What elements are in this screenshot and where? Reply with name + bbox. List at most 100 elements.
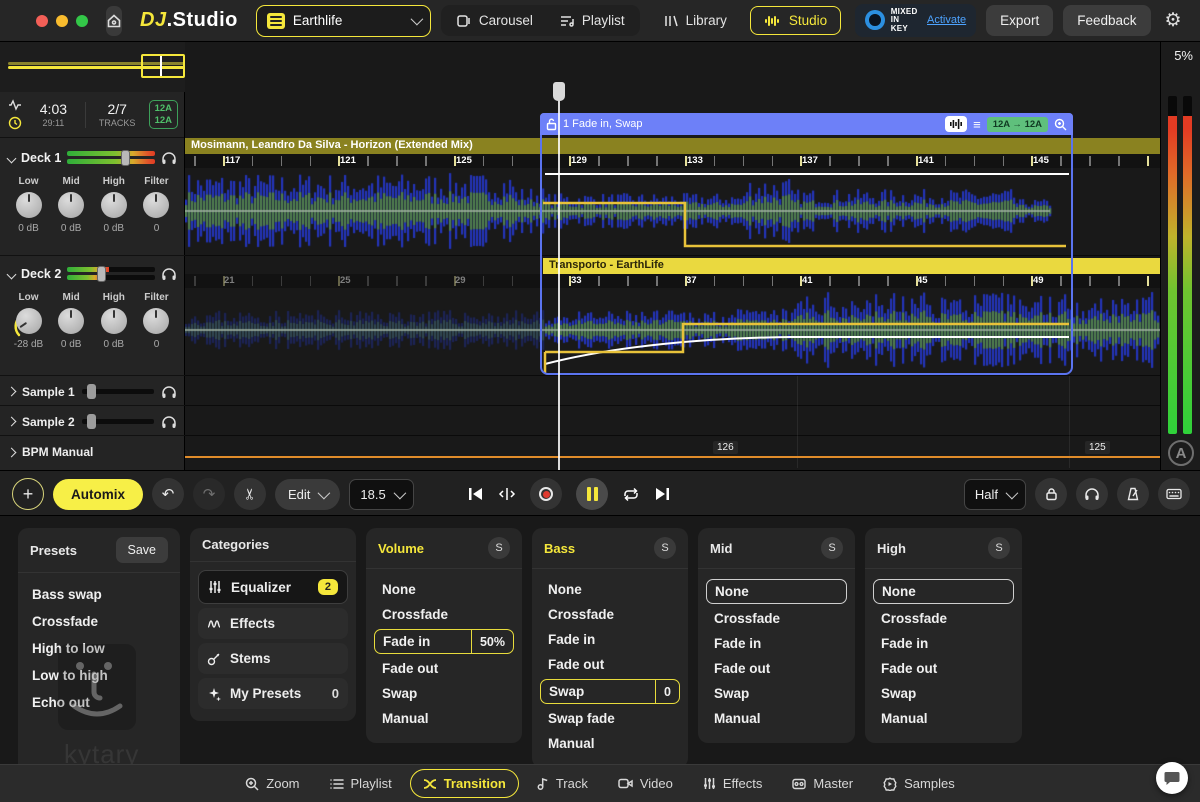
split-at-playhead-button[interactable] <box>498 487 516 501</box>
option-value[interactable]: 0 <box>655 680 679 703</box>
nav-playlist[interactable]: Playlist <box>546 7 638 34</box>
window-controls[interactable] <box>36 14 88 27</box>
preset-item[interactable]: High to low <box>18 635 180 662</box>
minimap-viewport[interactable] <box>141 54 185 78</box>
tab-effects[interactable]: Effects <box>691 770 775 797</box>
sample1-fader[interactable] <box>81 384 154 399</box>
mid-option-fade-in[interactable]: Fade in <box>706 631 847 656</box>
fader-handle[interactable] <box>97 266 107 282</box>
high-option-fade-out[interactable]: Fade out <box>873 656 1014 681</box>
deck1-header[interactable]: Deck 1 <box>0 146 185 170</box>
category-stems[interactable]: Stems <box>198 643 348 674</box>
chevron-right-icon[interactable] <box>6 416 17 427</box>
bass-solo-button[interactable]: S <box>654 537 676 559</box>
high-option-swap[interactable]: Swap <box>873 681 1014 706</box>
nav-library[interactable]: Library <box>650 7 740 34</box>
playhead-handle[interactable] <box>553 82 565 101</box>
volume-option-crossfade[interactable]: Crossfade <box>374 602 514 627</box>
transition-zoom-icon[interactable] <box>1054 118 1067 131</box>
tab-playlist[interactable]: Playlist <box>318 770 404 797</box>
deck1-filter-knob[interactable]: Filter 0 <box>138 176 175 234</box>
headphones-icon[interactable] <box>161 415 177 429</box>
minimize-window-button[interactable] <box>56 14 68 27</box>
transition-waveform-view-button[interactable] <box>945 116 968 132</box>
lock-button[interactable] <box>1035 478 1067 510</box>
preset-item[interactable]: Bass swap <box>18 581 180 608</box>
loop-button[interactable] <box>622 487 640 502</box>
snap-dropdown[interactable]: Half <box>963 478 1026 510</box>
bass-option-none[interactable]: None <box>540 577 680 602</box>
bass-option-fade-out[interactable]: Fade out <box>540 652 680 677</box>
sample1-row[interactable]: Sample 1 <box>0 378 185 406</box>
redo-button[interactable]: ↷ <box>193 478 225 510</box>
headphones-icon[interactable] <box>161 385 177 399</box>
deck1-low-knob[interactable]: Low 0 dB <box>10 176 47 234</box>
playhead[interactable] <box>553 82 565 470</box>
activate-link[interactable]: Activate <box>927 14 966 26</box>
export-button[interactable]: Export <box>986 5 1054 36</box>
tempo-dropdown[interactable]: 18.5 <box>349 478 414 510</box>
chevron-right-icon[interactable] <box>6 447 17 457</box>
mid-option-manual[interactable]: Manual <box>706 706 847 731</box>
high-solo-button[interactable]: S <box>988 537 1010 559</box>
knob-dial[interactable] <box>100 308 127 334</box>
category-equalizer[interactable]: Equalizer 2 <box>198 570 348 604</box>
volume-option-fade-out[interactable]: Fade out <box>374 656 514 681</box>
category-my-presets[interactable]: My Presets 0 <box>198 678 348 709</box>
pause-button[interactable] <box>576 478 608 510</box>
tab-video[interactable]: Video <box>606 770 685 797</box>
bass-option-swap[interactable]: Swap 0 <box>540 679 680 704</box>
transition-menu-button[interactable]: ≡ <box>973 117 981 132</box>
knob-dial[interactable] <box>100 192 127 218</box>
maximize-window-button[interactable] <box>76 14 88 27</box>
keyboard-shortcuts-button[interactable] <box>1158 478 1190 510</box>
bpm-row[interactable]: BPM Manual <box>0 438 185 466</box>
mid-solo-button[interactable]: S <box>821 537 843 559</box>
deck1-track-title-bar[interactable]: Mosimann, Leandro Da Silva - Horizon (Ex… <box>185 138 1160 154</box>
metronome-button[interactable] <box>1117 478 1149 510</box>
nav-carousel[interactable]: Carousel <box>443 7 546 34</box>
preset-item[interactable]: Crossfade <box>18 608 180 635</box>
deck2-header[interactable]: Deck 2 <box>0 262 185 286</box>
deck2-low-knob[interactable]: Low -28 dB <box>10 292 47 350</box>
automix-button[interactable]: Automix <box>53 478 143 510</box>
high-option-fade-in[interactable]: Fade in <box>873 631 1014 656</box>
add-button[interactable]: + <box>12 478 44 510</box>
chevron-right-icon[interactable] <box>6 386 17 397</box>
knob-dial[interactable] <box>58 192 85 218</box>
record-button[interactable] <box>530 478 562 510</box>
skip-to-end-button[interactable] <box>654 487 670 501</box>
bass-option-manual[interactable]: Manual <box>540 731 680 756</box>
high-option-none[interactable]: None <box>873 579 1014 604</box>
headphones-icon[interactable] <box>161 151 177 165</box>
sample2-fader[interactable] <box>81 414 154 429</box>
transition-header[interactable]: 1 Fade in, Swap ≡ 12A → 12A <box>540 113 1073 135</box>
tab-samples[interactable]: Samples <box>871 770 967 797</box>
deck1-volume-fader[interactable] <box>67 150 155 166</box>
deck2-high-knob[interactable]: High 0 dB <box>95 292 132 350</box>
preview-headphones-button[interactable] <box>1076 478 1108 510</box>
save-preset-button[interactable]: Save <box>115 537 168 563</box>
option-value[interactable]: 50% <box>470 630 513 653</box>
timeline-lanes[interactable]: Mosimann, Leandro Da Silva - Horizon (Ex… <box>185 42 1160 470</box>
fader-handle[interactable] <box>121 150 131 166</box>
fader-handle[interactable] <box>87 384 97 399</box>
knob-dial[interactable] <box>143 192 170 218</box>
category-effects[interactable]: Effects <box>198 608 348 639</box>
chat-support-button[interactable] <box>1156 762 1188 794</box>
deck2-filter-knob[interactable]: Filter 0 <box>138 292 175 350</box>
home-button[interactable] <box>106 5 122 36</box>
deck2-track-title-bar[interactable]: Transporto - EarthLife <box>543 258 1160 274</box>
undo-button[interactable]: ↶ <box>152 478 184 510</box>
knob-dial[interactable] <box>143 308 170 334</box>
bass-option-fade-in[interactable]: Fade in <box>540 627 680 652</box>
tab-master[interactable]: Master <box>780 770 865 797</box>
skip-to-start-button[interactable] <box>468 487 484 501</box>
deck2-mid-knob[interactable]: Mid 0 dB <box>53 292 90 350</box>
bpm-automation-line[interactable] <box>185 456 1160 458</box>
edit-dropdown[interactable]: Edit <box>275 478 341 510</box>
preset-item[interactable]: Low to high <box>18 662 180 689</box>
settings-gear-icon[interactable]: ⚙ <box>1161 9 1186 32</box>
volume-option-none[interactable]: None <box>374 577 514 602</box>
deck1-mid-knob[interactable]: Mid 0 dB <box>53 176 90 234</box>
